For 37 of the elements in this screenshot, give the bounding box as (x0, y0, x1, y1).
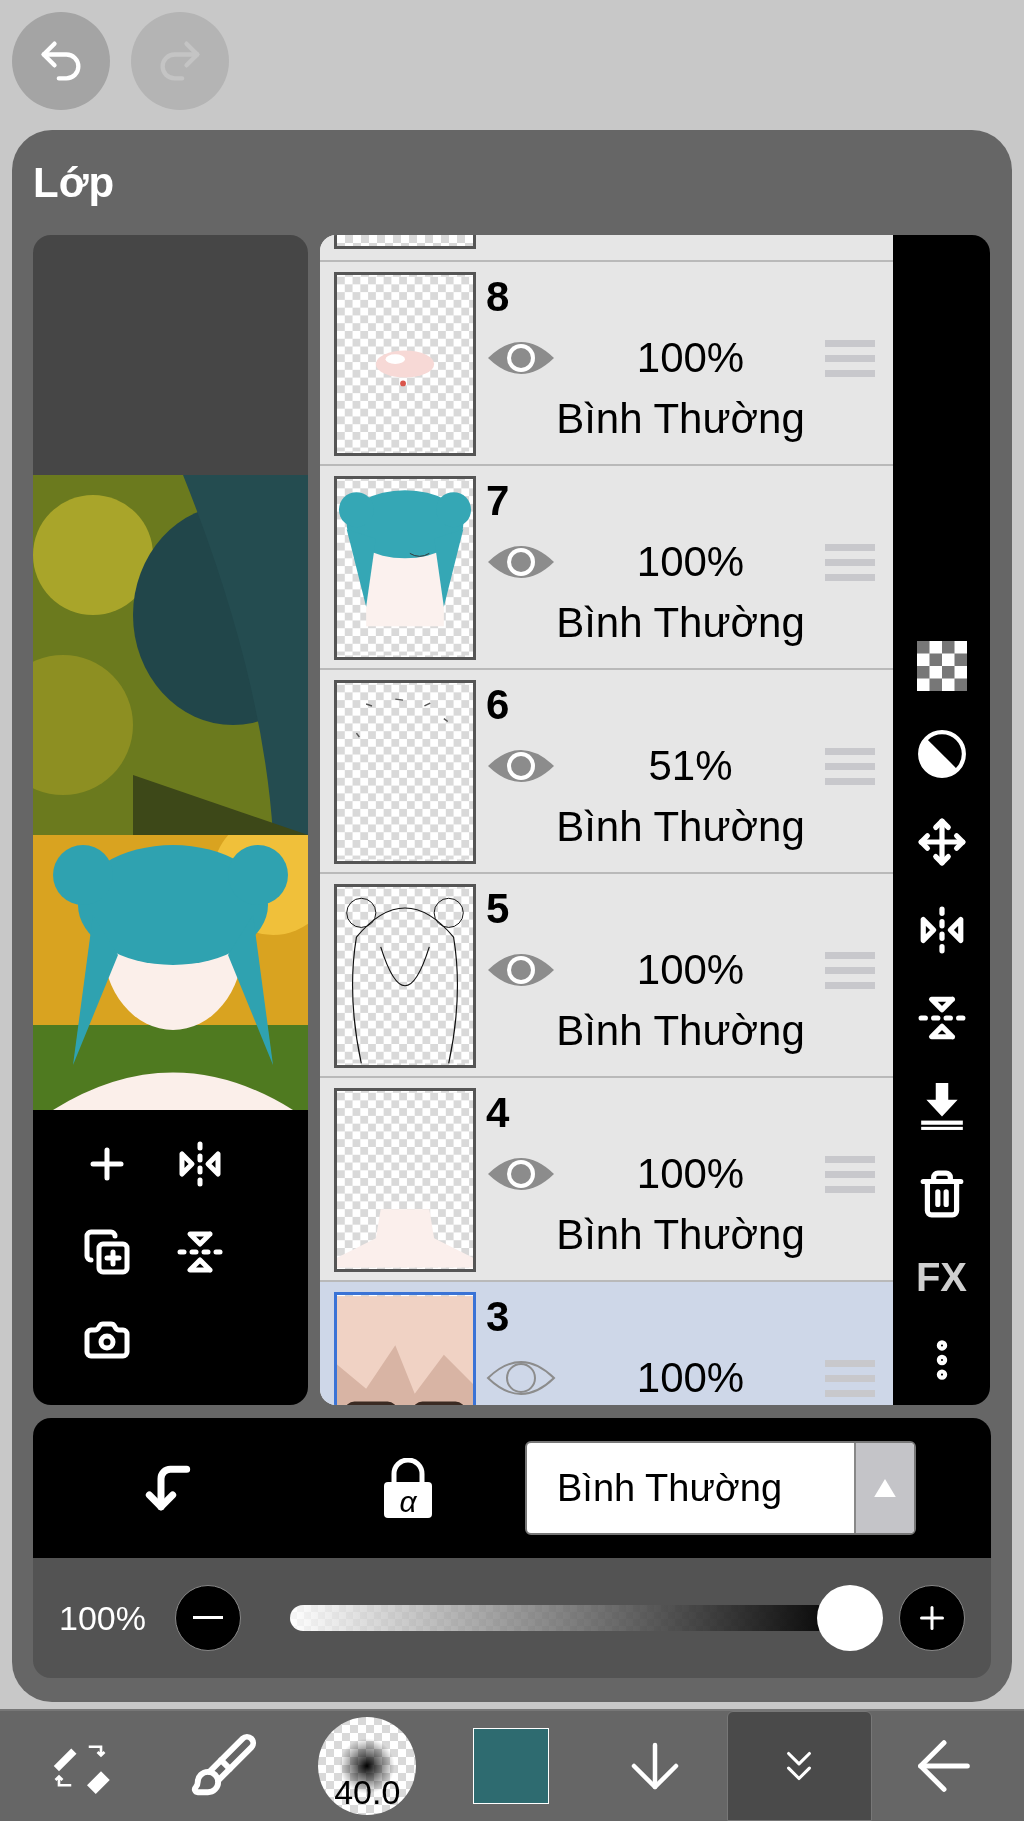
layer-number: 3 (486, 1296, 511, 1338)
layer-number: 4 (486, 1092, 511, 1134)
layer-row[interactable]: 3 100% (320, 1282, 893, 1405)
copy-plus-icon[interactable] (83, 1228, 131, 1276)
opacity-value: 100% (635, 1153, 746, 1195)
fx-button[interactable]: FX (915, 1257, 968, 1297)
opacity-value: 100% (635, 1357, 746, 1399)
caret-up-icon (874, 1479, 896, 1497)
drag-handle-icon[interactable] (825, 338, 875, 378)
drag-handle-icon[interactable] (825, 542, 875, 582)
opacity-reading: 100% (59, 1597, 147, 1639)
checkerboard-icon[interactable] (916, 641, 967, 691)
blend-mode-dropdown[interactable]: Bình Thường (525, 1441, 916, 1535)
brush-size-button[interactable]: 40.0 (318, 1717, 417, 1815)
flip-vertical-icon[interactable] (175, 1228, 224, 1276)
opacity-value: 100% (635, 949, 746, 991)
opacity-value: 100% (635, 337, 746, 379)
drag-handle-icon[interactable] (825, 746, 875, 786)
opacity-value: 51% (647, 745, 734, 787)
blend-mode: Bình Thường (555, 1214, 806, 1256)
blend-mode: Bình Thường (555, 806, 806, 848)
layer-number: 8 (486, 276, 511, 318)
minus-icon (193, 1616, 223, 1620)
blend-mode: Bình Thường (555, 602, 806, 644)
blend-mode: Bình Thường (555, 1010, 806, 1052)
color-swatch[interactable] (473, 1728, 549, 1804)
layer-number: 5 (486, 888, 511, 930)
drag-handle-icon[interactable] (825, 1358, 875, 1398)
layer-number: 6 (486, 684, 511, 726)
opacity-value: 100% (635, 541, 746, 583)
half-circle-icon[interactable] (916, 729, 967, 779)
move-icon[interactable] (916, 817, 967, 867)
blend-mode: Bình Thường (555, 398, 806, 440)
layer-number: 7 (486, 480, 511, 522)
panel-title: Lớp (33, 162, 116, 208)
drag-handle-icon[interactable] (825, 1154, 875, 1194)
drag-handle-icon[interactable] (825, 950, 875, 990)
